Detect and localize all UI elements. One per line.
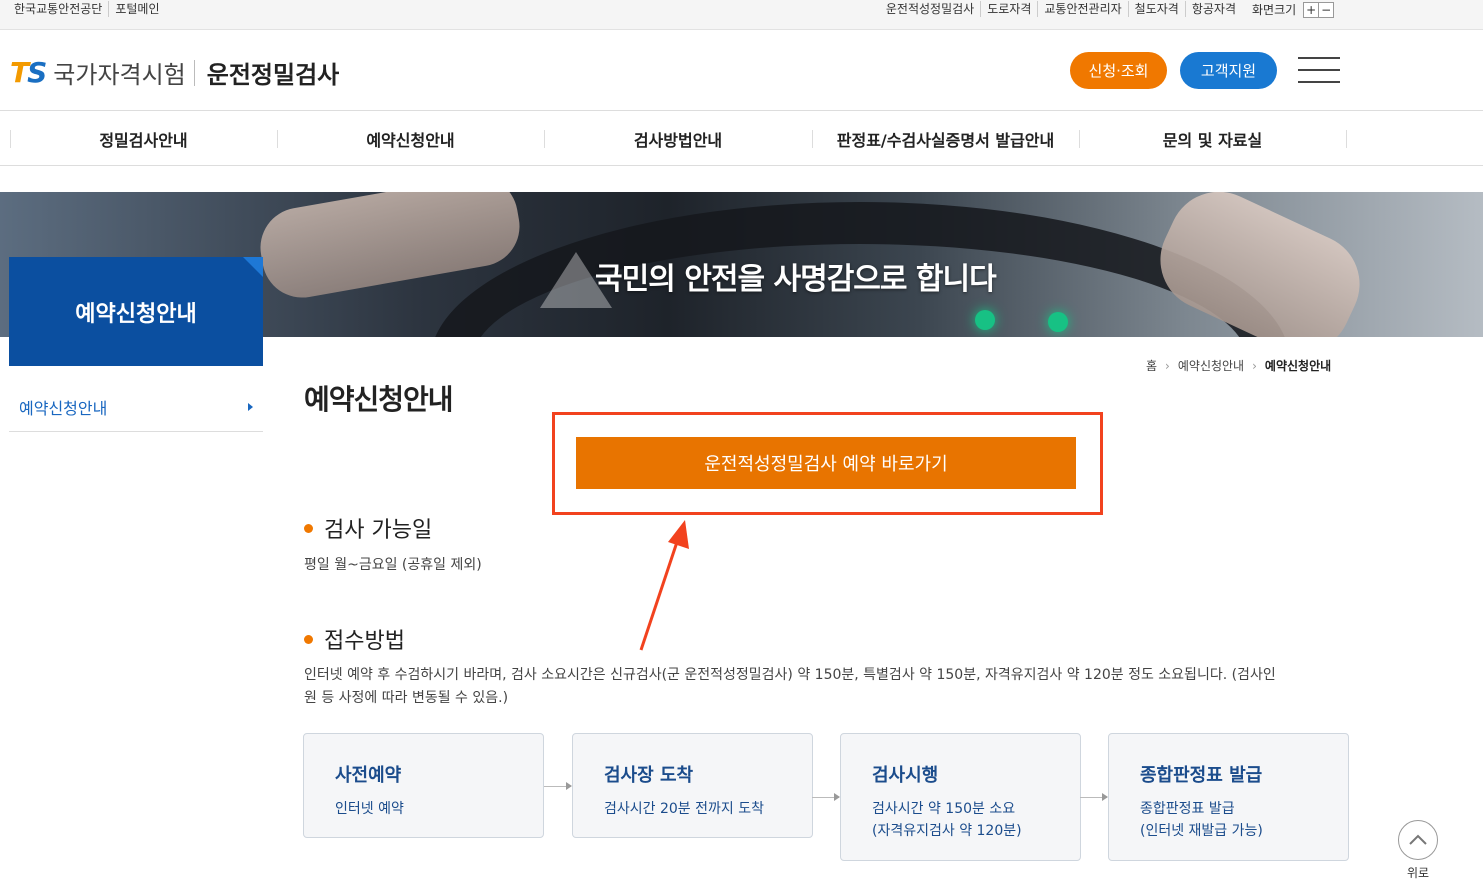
step-card-judgment: 종합판정표 발급 종합판정표 발급 (인터넷 재발급 가능) xyxy=(1108,733,1349,861)
step-title: 사전예약 xyxy=(335,765,402,786)
section-reception-title: 접수방법 xyxy=(304,623,405,655)
main-navigation: 정밀검사안내 예약신청안내 검사방법안내 판정표/수검사실증명서 발급안내 문의… xyxy=(0,112,1483,166)
utility-left: 한국교통안전공단 포털메인 xyxy=(14,1,166,17)
nav-item-method-guide[interactable]: 검사방법안내 xyxy=(544,112,812,166)
logo-divider xyxy=(193,59,195,86)
step-title: 종합판정표 발급 xyxy=(1140,765,1263,786)
chevron-right-icon: › xyxy=(1165,358,1170,373)
font-size-label: 화면크기 xyxy=(1252,3,1297,17)
sidebar-item-reservation[interactable]: 예약신청안내 xyxy=(9,382,263,432)
desc-line: 원 등 사정에 따라 변동될 수 있음.) xyxy=(304,690,509,706)
step-connector-arrow-icon xyxy=(1080,793,1108,801)
nav-item-reservation-guide[interactable]: 예약신청안내 xyxy=(277,112,544,166)
bullet-icon xyxy=(304,634,313,644)
service-name: 운전정밀검사 xyxy=(206,61,340,89)
nav-divider xyxy=(1346,130,1347,148)
ts-logo-icon: TS xyxy=(10,56,47,89)
kotsa-link[interactable]: 한국교통안전공단 xyxy=(14,1,108,17)
caret-right-icon xyxy=(248,402,253,411)
dashboard-light xyxy=(1048,312,1068,332)
menu-icon[interactable] xyxy=(1298,57,1340,83)
site-header: TS 국가자격시험 운전정밀검사 신청·조회 고객지원 xyxy=(0,31,1483,111)
section-available-days-desc: 평일 월~금요일 (공휴일 제외) xyxy=(304,557,482,573)
scroll-to-top-button[interactable] xyxy=(1398,820,1438,860)
breadcrumb-home[interactable]: 홈 xyxy=(1146,357,1157,374)
nav-item-inspection-guide[interactable]: 정밀검사안내 xyxy=(10,112,277,166)
org-name: 국가자격시험 xyxy=(53,61,186,89)
step-card-arrival: 검사장 도착 검사시간 20분 전까지 도착 xyxy=(572,733,813,838)
breadcrumb: 홈 › 예약신청안내 › 예약신청안내 xyxy=(1146,357,1331,374)
step-card-pre-reservation: 사전예약 인터넷 예약 xyxy=(303,733,544,838)
step-desc: 인터넷 예약 xyxy=(335,801,404,817)
chevron-right-icon: › xyxy=(1252,358,1257,373)
font-size-increase-button[interactable]: + xyxy=(1303,1,1320,18)
dashboard-light xyxy=(975,310,995,330)
step-desc: 종합판정표 발급 xyxy=(1140,801,1235,817)
font-size-decrease-button[interactable]: − xyxy=(1318,1,1335,18)
section-available-days-title: 검사 가능일 xyxy=(304,512,432,544)
breadcrumb-level1[interactable]: 예약신청안내 xyxy=(1178,357,1244,374)
step-desc: 검사시간 20분 전까지 도착 xyxy=(604,801,764,817)
scroll-to-top-label: 위로 xyxy=(1406,866,1430,880)
breadcrumb-current: 예약신청안내 xyxy=(1264,359,1332,373)
section-title-text: 검사 가능일 xyxy=(324,518,433,543)
customer-support-button[interactable]: 고객지원 xyxy=(1180,52,1277,89)
aviation-qualification-link[interactable]: 항공자격 xyxy=(1184,1,1242,17)
font-size-control: 화면크기 + − xyxy=(1252,1,1335,18)
corner-accent xyxy=(243,257,263,277)
annotation-arrow-icon xyxy=(639,520,689,651)
apply-inquiry-button[interactable]: 신청·조회 xyxy=(1070,52,1167,89)
step-desc: (자격유지검사 약 120분) xyxy=(872,823,1022,839)
site-logo[interactable]: TS 국가자격시험 운전정밀검사 xyxy=(10,55,339,90)
step-desc: 검사시간 약 150분 소요 xyxy=(872,801,1016,817)
nav-item-inquiry-resources[interactable]: 문의 및 자료실 xyxy=(1079,112,1346,166)
utility-right: 운전적성정밀검사 도로자격 교통안전관리자 철도자격 항공자격 xyxy=(886,1,1242,17)
step-title: 검사장 도착 xyxy=(604,765,694,786)
sidebar-item-label: 예약신청안내 xyxy=(19,398,108,418)
sidebar-title-text: 예약신청안내 xyxy=(75,301,197,327)
driver-aptitude-link[interactable]: 운전적성정밀검사 xyxy=(886,1,980,17)
chevron-up-icon xyxy=(1409,834,1427,845)
step-connector-arrow-icon xyxy=(544,782,572,790)
sidebar-title: 예약신청안내 xyxy=(9,257,263,366)
portal-main-link[interactable]: 포털메인 xyxy=(108,1,165,17)
utility-bar: 한국교통안전공단 포털메인 운전적성정밀검사 도로자격 교통안전관리자 철도자격… xyxy=(0,0,1483,30)
traffic-safety-manager-link[interactable]: 교통안전관리자 xyxy=(1037,1,1127,17)
section-reception-desc: 인터넷 예약 후 수검하시기 바라며, 검사 소요시간은 신규검사(군 운전적성… xyxy=(304,664,1354,710)
step-title: 검사시행 xyxy=(872,765,939,786)
nav-item-certificate-guide[interactable]: 판정표/수검사실증명서 발급안내 xyxy=(812,112,1079,166)
road-qualification-link[interactable]: 도로자격 xyxy=(980,1,1037,17)
section-title-text: 접수방법 xyxy=(324,629,405,654)
bullet-icon xyxy=(304,523,313,533)
step-desc: (인터넷 재발급 가능) xyxy=(1140,823,1263,839)
desc-line: 인터넷 예약 후 수검하시기 바라며, 검사 소요시간은 신규검사(군 운전적성… xyxy=(304,667,1276,683)
banner-slogan: 국민의 안전을 사명감으로 합니다 xyxy=(595,262,997,297)
railway-qualification-link[interactable]: 철도자격 xyxy=(1127,1,1185,17)
step-connector-arrow-icon xyxy=(812,793,840,801)
step-card-inspection: 검사시행 검사시간 약 150분 소요 (자격유지검사 약 120분) xyxy=(840,733,1081,861)
reservation-shortcut-button[interactable]: 운전적성정밀검사 예약 바로가기 xyxy=(576,437,1076,489)
page-title: 예약신청안내 xyxy=(304,383,454,416)
